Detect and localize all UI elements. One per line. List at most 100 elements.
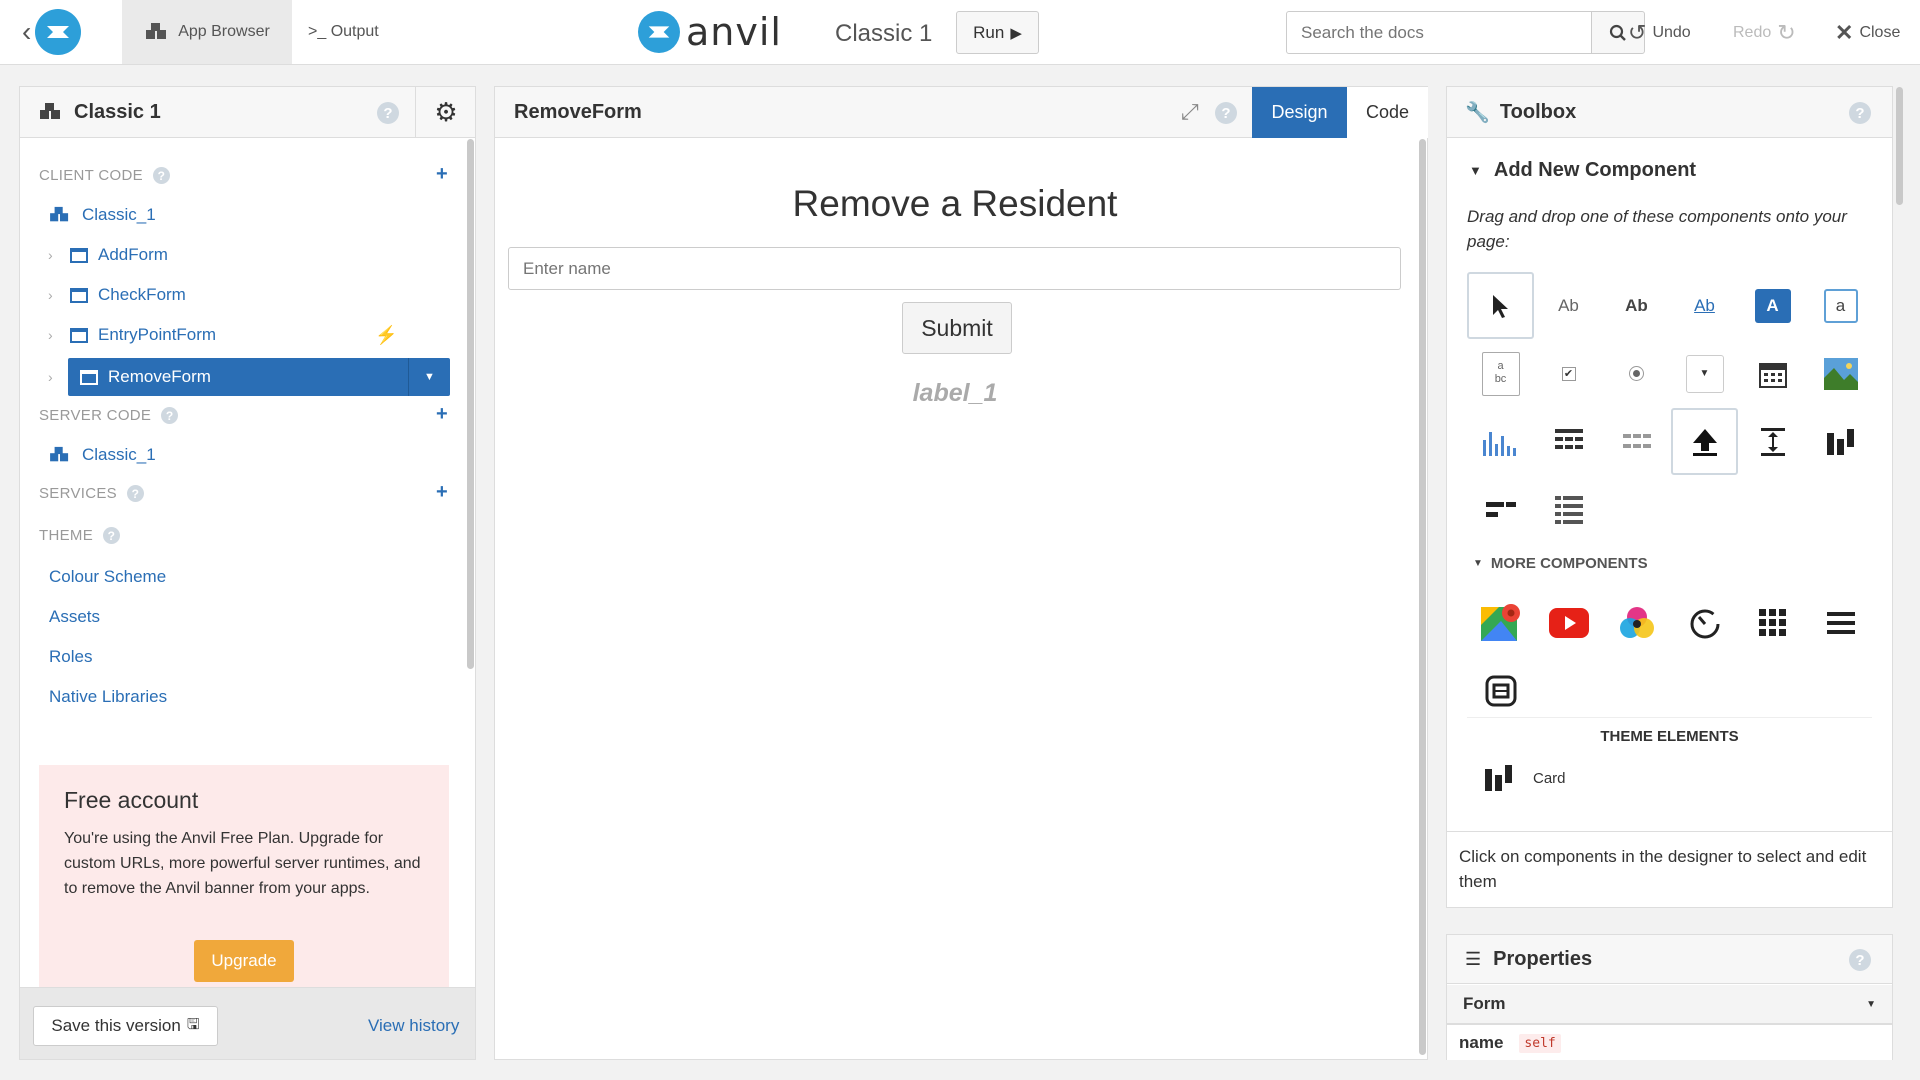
help-icon[interactable]: ? <box>1849 949 1871 971</box>
xy-panel-component[interactable] <box>1807 589 1874 656</box>
date-picker-component[interactable] <box>1739 340 1806 407</box>
link-component[interactable]: Ab <box>1671 272 1738 339</box>
settings-button[interactable]: ⚙ <box>415 87 476 138</box>
bar-chart-icon <box>1482 431 1516 456</box>
add-server-module-button[interactable]: + <box>436 403 448 426</box>
radio-button-component[interactable] <box>1603 340 1670 407</box>
brand: anvil <box>638 10 782 54</box>
sidebar-item-addform[interactable]: › AddForm <box>48 245 168 265</box>
theme-item-native-libraries[interactable]: Native Libraries <box>49 687 167 707</box>
more-components-toggle[interactable]: ▼ MORE COMPONENTS <box>1473 555 1648 572</box>
theme-item-colour-scheme[interactable]: Colour Scheme <box>49 567 166 587</box>
link-component-text: Ab <box>1694 295 1715 315</box>
dropdown-component[interactable]: ▼ <box>1671 340 1738 407</box>
tab-design[interactable]: Design <box>1252 87 1347 138</box>
spacer-icon <box>1760 427 1785 456</box>
add-new-component-toggle[interactable]: ▼ Add New Component <box>1469 159 1696 182</box>
sidebar-item-checkform[interactable]: › CheckForm <box>48 285 186 305</box>
app-browser-tab[interactable]: App Browser <box>122 0 292 64</box>
startup-form-icon: ⚡ <box>375 325 398 345</box>
caret-down-icon: ▼ <box>1469 163 1482 178</box>
sidebar-scrollbar[interactable] <box>467 139 474 669</box>
pointer-tool[interactable] <box>1467 272 1534 339</box>
spacer-component[interactable] <box>1739 408 1806 475</box>
sidebar-title: Classic 1 <box>74 100 161 123</box>
label-component[interactable]: Ab <box>1535 272 1602 339</box>
help-icon[interactable]: ? <box>152 167 170 184</box>
form-icon <box>70 287 88 303</box>
expand-icon[interactable]: ⤢ <box>1181 99 1199 125</box>
form-icon <box>80 369 98 385</box>
save-version-button[interactable]: Save this version 🖫 <box>33 1006 218 1046</box>
image-component[interactable] <box>1807 340 1874 407</box>
checkbox-component[interactable]: ✔ <box>1535 340 1602 407</box>
google-map-component[interactable] <box>1467 589 1534 656</box>
output-tab[interactable]: >_ Output <box>308 0 408 64</box>
submit-button[interactable]: Submit <box>902 302 1012 354</box>
close-button[interactable]: ✕ Close <box>1835 20 1900 46</box>
card-theme-element[interactable]: Card <box>1485 765 1566 791</box>
help-icon[interactable]: ? <box>377 102 399 124</box>
sidebar-item-removeform[interactable]: › RemoveForm ▼ <box>48 358 468 396</box>
menu-icon <box>1826 611 1855 634</box>
help-icon[interactable]: ? <box>103 527 120 544</box>
sidebar-item-entrypointform[interactable]: › EntryPointForm <box>48 325 216 345</box>
canvas-component[interactable] <box>1603 589 1670 656</box>
theme-item-assets[interactable]: Assets <box>49 607 100 627</box>
client-root-label: Classic_1 <box>82 205 156 224</box>
data-grid-component[interactable] <box>1535 408 1602 475</box>
add-client-module-button[interactable]: + <box>436 163 448 186</box>
button-component-text: A <box>1754 288 1791 323</box>
rich-text-component[interactable]: Ab <box>1603 272 1670 339</box>
column-panel-component[interactable] <box>1807 408 1874 475</box>
free-account-banner: Free account You're using the Anvil Free… <box>39 765 449 993</box>
property-key: name <box>1459 1033 1504 1052</box>
search-docs-input[interactable] <box>1286 11 1592 54</box>
component-selector[interactable]: Form ▼ <box>1447 985 1892 1025</box>
help-icon[interactable]: ? <box>1215 102 1237 124</box>
form-options-button[interactable]: ▼ <box>408 358 450 396</box>
add-service-button[interactable]: + <box>436 481 448 504</box>
sliders-icon: ☰ <box>1465 948 1482 969</box>
help-icon[interactable]: ? <box>1849 102 1871 124</box>
youtube-component[interactable] <box>1535 589 1602 656</box>
theme-item-roles[interactable]: Roles <box>49 647 92 667</box>
flow-panel-component[interactable] <box>1467 476 1534 543</box>
timer-component[interactable] <box>1671 589 1738 656</box>
package-icon <box>50 206 69 222</box>
html-panel-component[interactable] <box>1467 657 1534 724</box>
selected-form-row[interactable]: RemoveForm ▼ <box>68 358 450 396</box>
plot-component[interactable] <box>1467 408 1534 475</box>
button-component[interactable]: A <box>1739 272 1806 339</box>
tab-code[interactable]: Code <box>1347 87 1428 138</box>
editor-scrollbar[interactable] <box>1419 139 1426 1055</box>
property-value[interactable]: self <box>1519 1033 1561 1053</box>
client-root-item[interactable]: Classic_1 <box>48 205 156 225</box>
app-icon <box>40 103 60 119</box>
view-history-link[interactable]: View history <box>368 1016 459 1036</box>
undo-icon: ↺ <box>1628 20 1647 45</box>
help-icon[interactable]: ? <box>161 407 179 424</box>
linear-panel-component[interactable] <box>1535 476 1602 543</box>
name-input[interactable] <box>508 247 1401 290</box>
upgrade-button[interactable]: Upgrade <box>194 940 294 982</box>
form-heading[interactable]: Remove a Resident <box>495 183 1415 225</box>
back-button[interactable]: ‹ <box>22 6 102 58</box>
server-root-item[interactable]: Classic_1 <box>48 445 156 465</box>
help-icon[interactable]: ? <box>127 485 144 502</box>
textarea-component[interactable]: a bc <box>1467 340 1534 407</box>
add-new-label: Add New Component <box>1493 159 1697 181</box>
grid-panel-component[interactable] <box>1739 589 1806 656</box>
close-icon: ✕ <box>1835 20 1854 45</box>
toolbox-scrollbar[interactable] <box>1896 87 1903 205</box>
redo-button[interactable]: Redo ↻ <box>1733 20 1796 46</box>
repeating-panel-component[interactable] <box>1603 408 1670 475</box>
run-button[interactable]: Run ▶ <box>956 11 1039 54</box>
client-code-label: CLIENT CODE <box>39 167 143 184</box>
file-loader-component[interactable] <box>1671 408 1738 475</box>
search-icon <box>1609 24 1626 41</box>
textbox-component[interactable]: a <box>1807 272 1874 339</box>
undo-button[interactable]: ↺ Undo <box>1628 20 1691 46</box>
brand-name: anvil <box>686 10 782 54</box>
label-1[interactable]: label_1 <box>495 379 1415 408</box>
